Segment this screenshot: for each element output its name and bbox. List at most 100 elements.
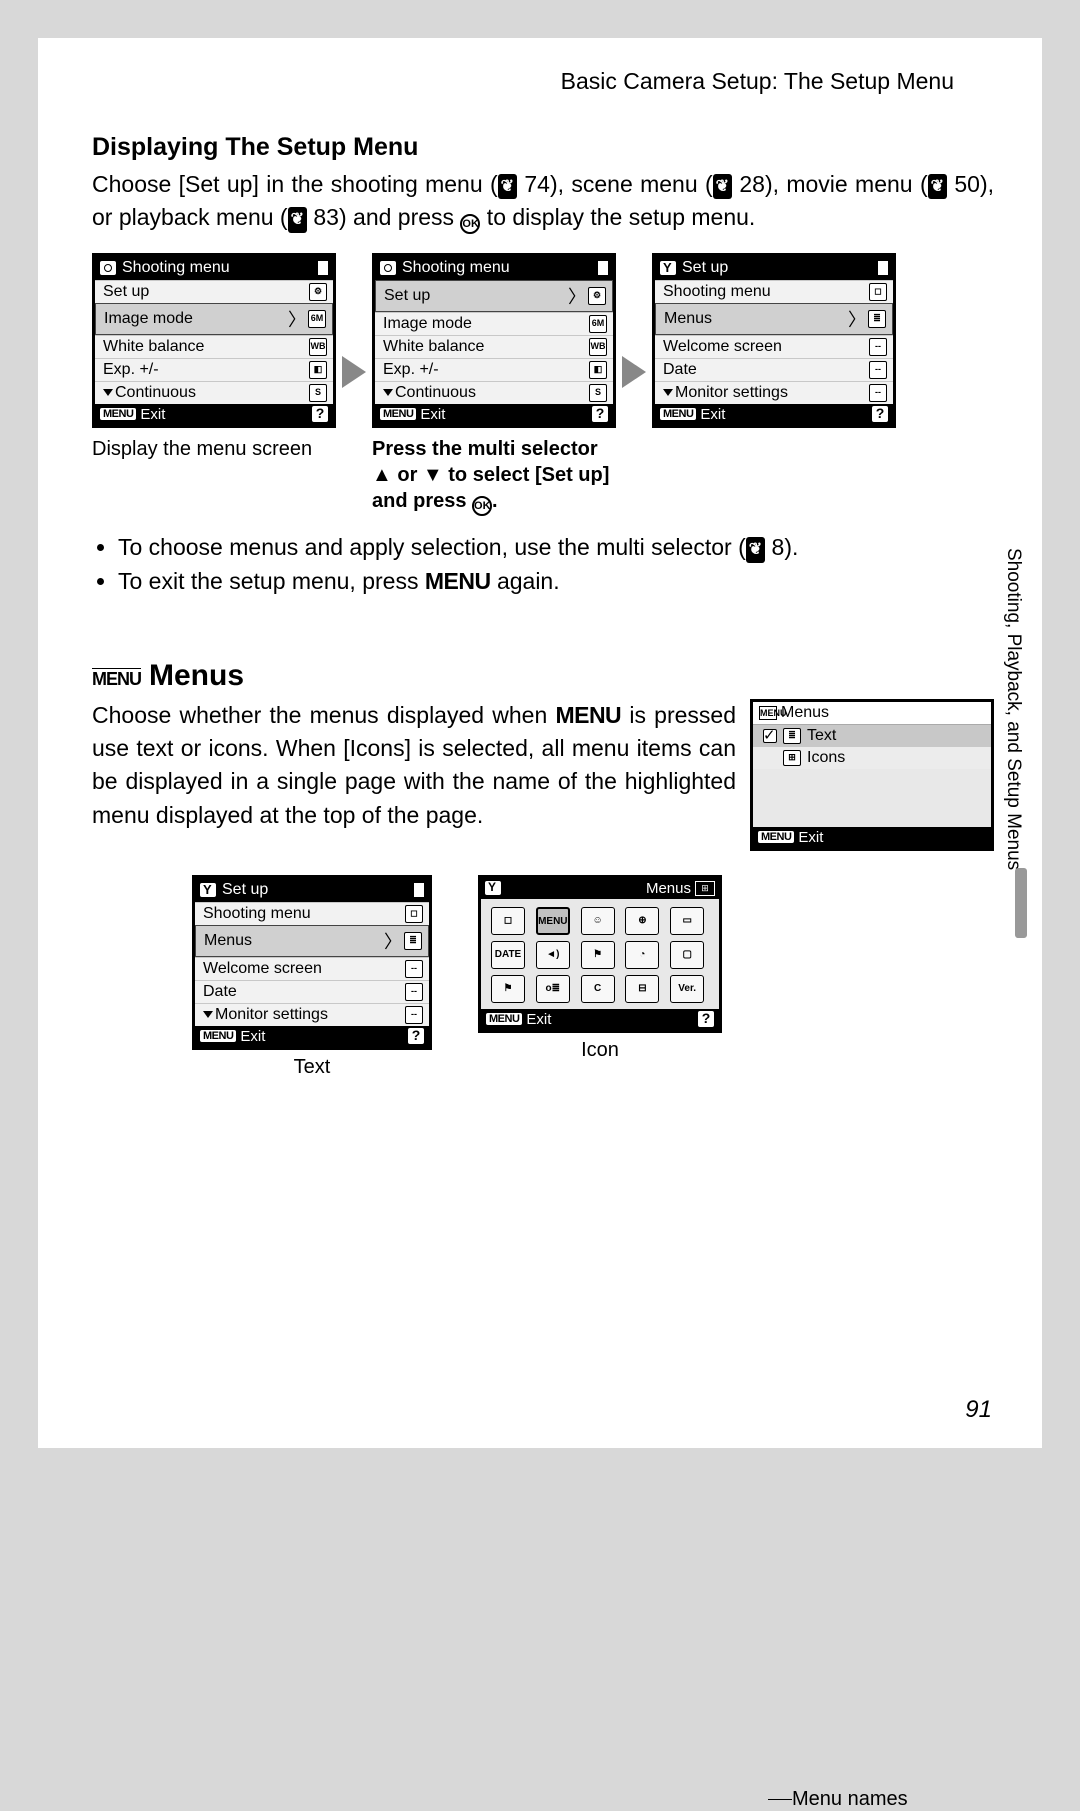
grid-icon: C bbox=[581, 975, 615, 1003]
side-tab-bar bbox=[1015, 868, 1027, 938]
grid-icon: ◻ bbox=[491, 907, 525, 935]
menu-small-icon: MENU bbox=[759, 706, 777, 720]
row-icon: -- bbox=[405, 983, 423, 1001]
row: White balance bbox=[103, 338, 309, 356]
ok-icon: OK bbox=[472, 496, 492, 516]
step-arrow-icon bbox=[622, 356, 646, 388]
menus-heading: MENU Menus bbox=[92, 659, 994, 693]
row: Menus bbox=[664, 310, 844, 328]
ref-icon: ❦ bbox=[713, 174, 732, 199]
grid-icon: DATE bbox=[491, 941, 525, 969]
row: Set up bbox=[103, 283, 309, 301]
grid-icon: ◄) bbox=[536, 941, 570, 969]
bullet-item: To exit the setup menu, press MENU again… bbox=[118, 564, 994, 599]
lcd-setup-text: Set up Shooting menu◻ Menus〉≣ Welcome sc… bbox=[192, 875, 432, 1050]
ok-icon: OK bbox=[460, 214, 480, 234]
row-icon: ⚙ bbox=[309, 283, 327, 301]
row: Image mode bbox=[104, 310, 284, 328]
grid-icon: ☺ bbox=[581, 907, 615, 935]
row-icon: WB bbox=[309, 338, 327, 356]
grid-icon: ◔ bbox=[625, 941, 659, 969]
help-icon: ? bbox=[872, 406, 888, 422]
t: to display the setup menu. bbox=[480, 204, 755, 230]
step-arrow-icon bbox=[342, 356, 366, 388]
lcd-title: Set up bbox=[682, 259, 728, 277]
t: ▲ or ▼ to select [Set up] bbox=[372, 462, 616, 488]
row-icon: 6M bbox=[589, 315, 607, 333]
side-tab-label: Shooting, Playback, and Setup Menus bbox=[1003, 548, 1024, 870]
exit-label: Exit bbox=[140, 406, 165, 423]
t: . bbox=[492, 490, 498, 512]
grid-icon: MENU bbox=[536, 907, 570, 935]
menu-icon: MENU bbox=[92, 669, 141, 690]
exit-label: Exit bbox=[240, 1028, 265, 1045]
help-icon: ? bbox=[698, 1011, 714, 1027]
grid-icon: o≣ bbox=[536, 975, 570, 1003]
lcd-title: Menus bbox=[781, 704, 829, 722]
row: Image mode bbox=[383, 315, 589, 333]
chevron-right-icon: 〉 bbox=[288, 306, 306, 332]
row: Menus bbox=[204, 932, 380, 950]
ref-icon: ❦ bbox=[928, 174, 947, 199]
help-icon: ? bbox=[592, 406, 608, 422]
opt-text: Text bbox=[807, 727, 836, 745]
exit-label: Exit bbox=[420, 406, 445, 423]
wrench-icon bbox=[660, 261, 676, 275]
grid-icon: ⊕ bbox=[625, 907, 659, 935]
wrench-icon bbox=[485, 881, 501, 895]
t: 74), scene menu ( bbox=[517, 171, 713, 197]
grid-icon: ⚑ bbox=[581, 941, 615, 969]
t: 83) and press bbox=[307, 204, 460, 230]
grid-icon: ⚑ bbox=[491, 975, 525, 1003]
menus-paragraph: Choose whether the menus displayed when … bbox=[92, 699, 736, 832]
intro-paragraph: Choose [Set up] in the shooting menu (❦ … bbox=[92, 168, 994, 235]
chevron-right-icon: 〉 bbox=[848, 306, 866, 332]
step-panels: Shooting menu Set up⚙ Image mode〉6M Whit… bbox=[92, 253, 994, 516]
title-misc-icon bbox=[598, 261, 608, 275]
row: Monitor settings bbox=[675, 384, 869, 402]
icons-icon: ⊞ bbox=[783, 750, 801, 766]
caption-icon: Icon bbox=[581, 1039, 619, 1062]
arrow-down-icon bbox=[663, 389, 673, 396]
row: Exp. +/- bbox=[103, 361, 309, 379]
row: Welcome screen bbox=[203, 960, 405, 978]
lcd-title: Menus bbox=[646, 880, 691, 897]
row-icon: ◧ bbox=[589, 361, 607, 379]
grid-icon: ▭ bbox=[670, 907, 704, 935]
t: Press the multi selector bbox=[372, 436, 616, 462]
help-icon: ? bbox=[312, 406, 328, 422]
row: White balance bbox=[383, 338, 589, 356]
title-misc-icon: ⊞ bbox=[695, 881, 715, 896]
grid-icon: Ver. bbox=[670, 975, 704, 1003]
t: Choose [Set up] in the shooting menu ( bbox=[92, 171, 498, 197]
text-icon: ≣ bbox=[783, 728, 801, 744]
lcd-menus-options: MENUMenus ≣Text ⊞Icons MENUExit bbox=[750, 699, 994, 851]
menu-button-label: MENU bbox=[660, 408, 696, 420]
caption-1: Display the menu screen bbox=[92, 436, 336, 462]
chevron-right-icon: 〉 bbox=[384, 928, 402, 954]
row-icon: -- bbox=[869, 361, 887, 379]
row-icon: 6M bbox=[308, 310, 326, 328]
bullet-item: To choose menus and apply selection, use… bbox=[118, 530, 994, 565]
menu-word: MENU bbox=[555, 702, 621, 728]
chevron-right-icon: 〉 bbox=[568, 283, 586, 309]
section-title: Displaying The Setup Menu bbox=[92, 133, 994, 162]
row-icon: ◧ bbox=[309, 361, 327, 379]
t: 8). bbox=[765, 534, 798, 560]
menu-button-label: MENU bbox=[380, 408, 416, 420]
title-misc-icon bbox=[878, 261, 888, 275]
row: Date bbox=[663, 361, 869, 379]
side-tab: Shooting, Playback, and Setup Menus bbox=[998, 548, 1024, 968]
row-icon: ⚙ bbox=[588, 287, 606, 305]
grid-icon: ⊟ bbox=[625, 975, 659, 1003]
ref-icon: ❦ bbox=[288, 207, 307, 232]
camera-icon bbox=[100, 261, 116, 275]
row: Shooting menu bbox=[203, 905, 405, 923]
lcd-setup-icons: Menus⊞ ◻ MENU ☺ ⊕ ▭ DATE ◄) ⚑ ◔ ▢ ⚑ o≣ bbox=[478, 875, 722, 1033]
lower-panels: Set up Shooting menu◻ Menus〉≣ Welcome sc… bbox=[192, 875, 994, 1079]
lcd-title: Shooting menu bbox=[122, 259, 230, 277]
menu-button-label: MENU bbox=[486, 1013, 522, 1025]
exit-label: Exit bbox=[526, 1011, 551, 1028]
menus-title: Menus bbox=[149, 659, 244, 693]
help-icon: ? bbox=[408, 1028, 424, 1044]
